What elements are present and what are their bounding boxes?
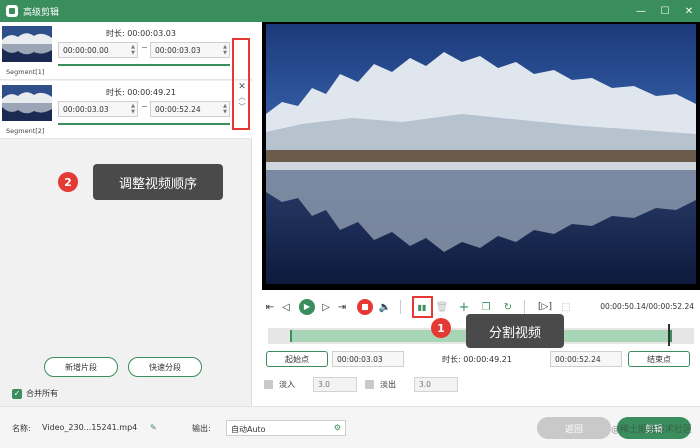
callout-number-2: 2 [58, 172, 78, 192]
start-point-button[interactable]: 起始点 [266, 351, 328, 367]
fade-in-label: 淡入 [279, 379, 295, 389]
merge-checkbox[interactable]: ✓ [12, 388, 22, 399]
fit-icon[interactable]: ⬚ [560, 299, 572, 315]
fade-out-input[interactable]: 3.0 [414, 376, 458, 392]
play-icon[interactable]: ▶ [298, 299, 316, 315]
close-icon[interactable]: ✕ [684, 6, 694, 17]
maximize-icon[interactable]: ☐ [660, 6, 670, 17]
watermark: @稀土掘金技术社区 [610, 425, 692, 435]
name-value: Video_230...15241.mp4 [42, 423, 138, 432]
segment-progress-bar [58, 64, 230, 66]
merge-all-option[interactable]: ✓ 合并所有 [12, 388, 58, 399]
divider [400, 300, 401, 314]
segment-item-1[interactable]: Segment[1] 时长: 00:00:03.03 00:00:00.00 ▲… [0, 22, 252, 80]
callout-number-1: 1 [431, 318, 451, 338]
fade-out-checkbox[interactable] [365, 379, 374, 389]
trim-start-field[interactable]: 00:00:03.03 [332, 351, 404, 367]
fade-row: 淡入 3.0 淡出 3.0 [264, 376, 458, 392]
skip-start-icon[interactable]: ⇤ [264, 299, 276, 315]
range-dash [142, 47, 147, 48]
settings-icon[interactable]: ⚙ [334, 423, 341, 432]
minimize-icon[interactable]: — [636, 6, 646, 17]
range-dash [142, 106, 147, 107]
stepper-arrows[interactable]: ▲ ▼ [131, 44, 135, 56]
step-forward-icon[interactable]: ▷ [320, 299, 332, 315]
rotate-icon[interactable]: ↻ [502, 299, 514, 315]
skip-end-icon[interactable]: ⇥ [336, 299, 348, 315]
copy-icon[interactable]: ❐ [480, 299, 492, 315]
stepper-arrows[interactable]: ▲ ▼ [223, 103, 227, 115]
fade-in-input[interactable]: 3.0 [313, 376, 357, 392]
callout-split: 分割视频 [466, 314, 564, 348]
step-back-icon[interactable]: ◁ [280, 299, 292, 315]
delete-icon[interactable]: 🗑 [436, 299, 449, 315]
segment-start-field[interactable]: 00:00:03.03 ▲ ▼ [58, 101, 138, 117]
app-logo-icon [6, 5, 18, 17]
reorder-highlight [232, 38, 250, 130]
stepper-arrows[interactable]: ▲ ▼ [223, 44, 227, 56]
segment-thumbnail [2, 85, 52, 121]
footer-bar: 名称: Video_230...15241.mp4 ✎ 输出: 自动Auto ⚙… [0, 406, 700, 448]
segment-duration: 时长: 00:00:49.21 [106, 88, 176, 97]
add-icon[interactable]: + [458, 299, 470, 315]
trim-end-field[interactable]: 00:00:52.24 [550, 351, 622, 367]
window-title: 高级剪辑 [23, 7, 60, 18]
segment-start-field[interactable]: 00:00:00.00 ▲ ▼ [58, 42, 138, 58]
segment-thumbnail [2, 26, 52, 62]
segment-panel: Segment[1] 时长: 00:00:03.03 00:00:00.00 ▲… [0, 22, 252, 406]
new-segment-button[interactable]: 新增片段 [44, 357, 118, 377]
stepper-arrows[interactable]: ▲ ▼ [131, 103, 135, 115]
output-select[interactable]: 自动Auto ⚙ [226, 420, 346, 436]
name-label: 名称: [12, 424, 31, 433]
segment-label: Segment[1] [6, 68, 45, 76]
segment-end-field[interactable]: 00:00:03.03 ▲ ▼ [150, 42, 230, 58]
title-bar: 高级剪辑 — ☐ ✕ [0, 0, 700, 22]
segment-end-field[interactable]: 00:00:52.24 ▲ ▼ [150, 101, 230, 117]
output-label: 输出: [192, 424, 211, 433]
merge-label: 合并所有 [26, 389, 58, 398]
playhead[interactable] [668, 324, 670, 346]
quick-split-button[interactable]: 快速分段 [128, 357, 202, 377]
panel-gutter [252, 22, 262, 406]
trim-duration: 时长: 00:00:49.21 [442, 355, 512, 364]
trim-row: 起始点 00:00:03.03 时长: 00:00:49.21 00:00:52… [266, 351, 694, 369]
callout-reorder: 调整视频顺序 [93, 164, 223, 200]
stop-icon[interactable] [356, 299, 374, 315]
end-point-button[interactable]: 结束点 [628, 351, 690, 367]
split-highlight [412, 296, 433, 318]
edit-icon[interactable]: ✎ [150, 423, 157, 432]
back-button[interactable]: 返回 [537, 417, 611, 439]
crop-icon[interactable]: [▷] [538, 299, 552, 315]
playback-time: 00:00:50.14/00:00:52.24 [600, 302, 694, 311]
fade-out-label: 淡出 [380, 379, 396, 389]
segment-item-2[interactable]: Segment[2] 时长: 00:00:49.21 00:00:03.03 ▲… [0, 81, 252, 139]
video-preview[interactable] [262, 22, 700, 290]
window-controls: — ☐ ✕ [636, 0, 694, 22]
fade-in-checkbox[interactable] [264, 379, 273, 389]
segment-label: Segment[2] [6, 127, 45, 135]
divider [524, 300, 525, 314]
segment-progress-bar [58, 123, 230, 125]
segment-duration: 时长: 00:00:03.03 [106, 29, 176, 38]
volume-icon[interactable]: 🔈 [378, 299, 392, 315]
